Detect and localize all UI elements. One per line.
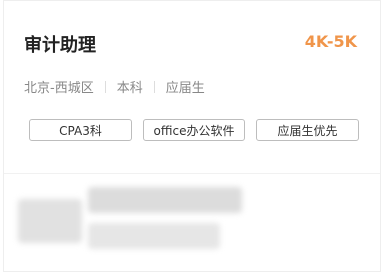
job-meta: 北京-西城区 本科 应届生 (24, 77, 205, 96)
job-title[interactable]: 审计助理 (24, 31, 96, 57)
company-logo-blurred (18, 199, 82, 243)
job-experience: 应届生 (165, 81, 205, 96)
job-tag: CPA3科 (29, 119, 132, 141)
salary-range: 4K-5K (304, 32, 357, 51)
company-detail-blurred (88, 223, 220, 249)
company-info-blurred (18, 185, 248, 253)
job-card[interactable]: 审计助理 4K-5K 北京-西城区 本科 应届生 CPA3科 office办公软… (3, 0, 381, 272)
meta-divider (153, 80, 155, 93)
company-name-blurred (88, 187, 242, 213)
job-location: 北京-西城区 (24, 81, 94, 96)
meta-divider (104, 80, 106, 93)
job-tag: 应届生优先 (256, 119, 359, 141)
card-divider (4, 173, 380, 174)
job-tags: CPA3科 office办公软件 应届生优先 (29, 119, 359, 141)
job-education: 本科 (116, 81, 143, 96)
job-tag: office办公软件 (143, 119, 245, 141)
